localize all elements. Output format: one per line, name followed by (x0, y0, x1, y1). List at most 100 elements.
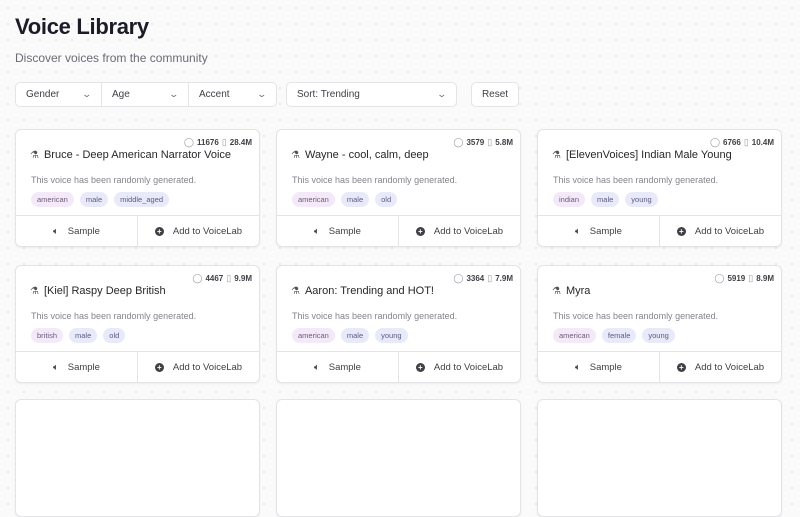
speaker-icon: 🔈︎ (575, 225, 581, 237)
file-size: 8.9M (756, 274, 774, 283)
voice-description: This voice has been randomly generated. (292, 175, 458, 185)
tag: american (292, 192, 335, 207)
voice-card: ◯ 6766 ▯ 10.4M ⚗ [ElevenVoices] Indian Male … (537, 129, 782, 247)
tag: young (625, 192, 658, 207)
sort-select[interactable]: Sort: Trending ⌄ (286, 82, 457, 107)
add-label: Add to VoiceLab (694, 225, 765, 237)
reset-button[interactable]: Reset (471, 82, 519, 107)
flask-icon: ⚗ (30, 285, 39, 297)
flask-icon: ⚗ (291, 149, 300, 161)
gender-label: Gender (26, 89, 60, 100)
tag: male (340, 328, 370, 343)
plus-circle-icon: + (154, 362, 164, 372)
add-to-voicelab-button[interactable]: + Add to VoiceLab (659, 352, 781, 382)
user-count: 11676 (197, 138, 219, 147)
gender-select[interactable]: Gender ⌄ (15, 82, 102, 107)
speaker-icon: 🔈︎ (53, 225, 59, 237)
plus-circle-icon: + (154, 226, 164, 236)
user-count: 4467 (205, 274, 224, 283)
speaker-icon: 🔈︎ (314, 361, 320, 373)
sample-button[interactable]: 🔈︎ Sample (538, 216, 659, 246)
voice-stats: ◯ 3579 ▯ 5.8M (453, 137, 513, 148)
tag: male (79, 192, 109, 207)
add-to-voicelab-button[interactable]: + Add to VoiceLab (398, 216, 520, 246)
sample-button[interactable]: 🔈︎ Sample (16, 352, 137, 382)
add-to-voicelab-button[interactable]: + Add to VoiceLab (137, 216, 259, 246)
tag-list: british male old (31, 328, 126, 343)
tag: young (375, 328, 408, 343)
sample-button[interactable]: 🔈︎ Sample (538, 352, 659, 382)
chevron-down-icon: ⌄ (256, 89, 268, 99)
tag: male (340, 192, 370, 207)
add-to-voicelab-button[interactable]: + Add to VoiceLab (137, 352, 259, 382)
add-to-voicelab-button[interactable]: + Add to VoiceLab (659, 216, 781, 246)
add-label: Add to VoiceLab (172, 361, 243, 373)
sample-button[interactable]: 🔈︎ Sample (277, 352, 398, 382)
file-size: 5.8M (495, 138, 513, 147)
plus-circle-icon: + (415, 362, 425, 372)
voice-description: This voice has been randomly generated. (31, 175, 197, 185)
voice-stats: ◯ 11676 ▯ 28.4M (184, 137, 252, 148)
add-to-voicelab-button[interactable]: + Add to VoiceLab (398, 352, 520, 382)
voice-name: [ElevenVoices] Indian Male Young (565, 149, 732, 161)
voice-name: [Kiel] Raspy Deep British (43, 285, 166, 297)
voice-description: This voice has been randomly generated. (31, 311, 197, 321)
age-select[interactable]: Age ⌄ (102, 82, 189, 107)
voice-card: ◯ 3364 ▯ 7.9M ⚗ Aaron: Trending and HOT! Thi… (276, 265, 521, 383)
tag: american (553, 328, 596, 343)
accent-select[interactable]: Accent ⌄ (189, 82, 277, 107)
add-label: Add to VoiceLab (433, 225, 504, 237)
user-icon: ◯ (714, 273, 725, 283)
sample-label: Sample (67, 225, 100, 237)
voice-card-partial (537, 399, 782, 517)
sample-label: Sample (328, 361, 361, 373)
file-size: 7.9M (495, 274, 513, 283)
plus-circle-icon: + (676, 362, 686, 372)
voice-description: This voice has been randomly generated. (553, 311, 719, 321)
tag: old (375, 192, 398, 207)
user-icon: ◯ (453, 273, 464, 283)
voice-card: ◯ 3579 ▯ 5.8M ⚗ Wayne - cool, calm, deep Thi… (276, 129, 521, 247)
sample-button[interactable]: 🔈︎ Sample (277, 216, 398, 246)
plus-circle-icon: + (676, 226, 686, 236)
add-label: Add to VoiceLab (172, 225, 243, 237)
voice-stats: ◯ 4467 ▯ 9.9M (192, 273, 252, 284)
user-count: 6766 (723, 138, 741, 147)
voice-stats: ◯ 3364 ▯ 7.9M (453, 273, 513, 284)
sample-label: Sample (328, 225, 361, 237)
add-label: Add to VoiceLab (433, 361, 504, 373)
plus-circle-icon: + (415, 226, 425, 236)
voice-card: ◯ 4467 ▯ 9.9M ⚗ [Kiel] Raspy Deep British Th… (15, 265, 260, 383)
sample-label: Sample (589, 361, 622, 373)
speaker-icon: 🔈︎ (314, 225, 320, 237)
user-icon: ◯ (192, 273, 203, 283)
chevron-down-icon: ⌄ (81, 89, 93, 99)
tag: female (601, 328, 637, 343)
file-icon: ▯ (226, 273, 232, 283)
voice-card-partial (276, 399, 521, 517)
voice-name: Bruce - Deep American Narrator Voice (43, 149, 232, 161)
voice-stats: ◯ 5919 ▯ 8.9M (714, 273, 774, 284)
tag: male (69, 328, 98, 343)
flask-icon: ⚗ (552, 149, 561, 161)
user-count: 5919 (727, 274, 746, 283)
file-icon: ▯ (487, 273, 493, 283)
sample-button[interactable]: 🔈︎ Sample (16, 216, 137, 246)
file-icon: ▯ (487, 137, 493, 147)
tag-list: american female young (553, 328, 675, 343)
tag: american (292, 328, 335, 343)
chevron-down-icon: ⌄ (168, 89, 180, 99)
speaker-icon: 🔈︎ (575, 361, 581, 373)
tag: old (103, 328, 126, 343)
file-icon: ▯ (743, 137, 749, 147)
voice-name: Aaron: Trending and HOT! (304, 285, 434, 297)
age-label: Age (112, 89, 130, 100)
tag: american (31, 192, 74, 207)
sample-label: Sample (589, 225, 622, 237)
tag: male (591, 192, 620, 207)
tag: young (642, 328, 675, 343)
tag-list: american male middle_aged (31, 192, 170, 207)
user-count: 3364 (466, 274, 485, 283)
file-icon: ▯ (748, 273, 754, 283)
user-count: 3579 (466, 138, 485, 147)
